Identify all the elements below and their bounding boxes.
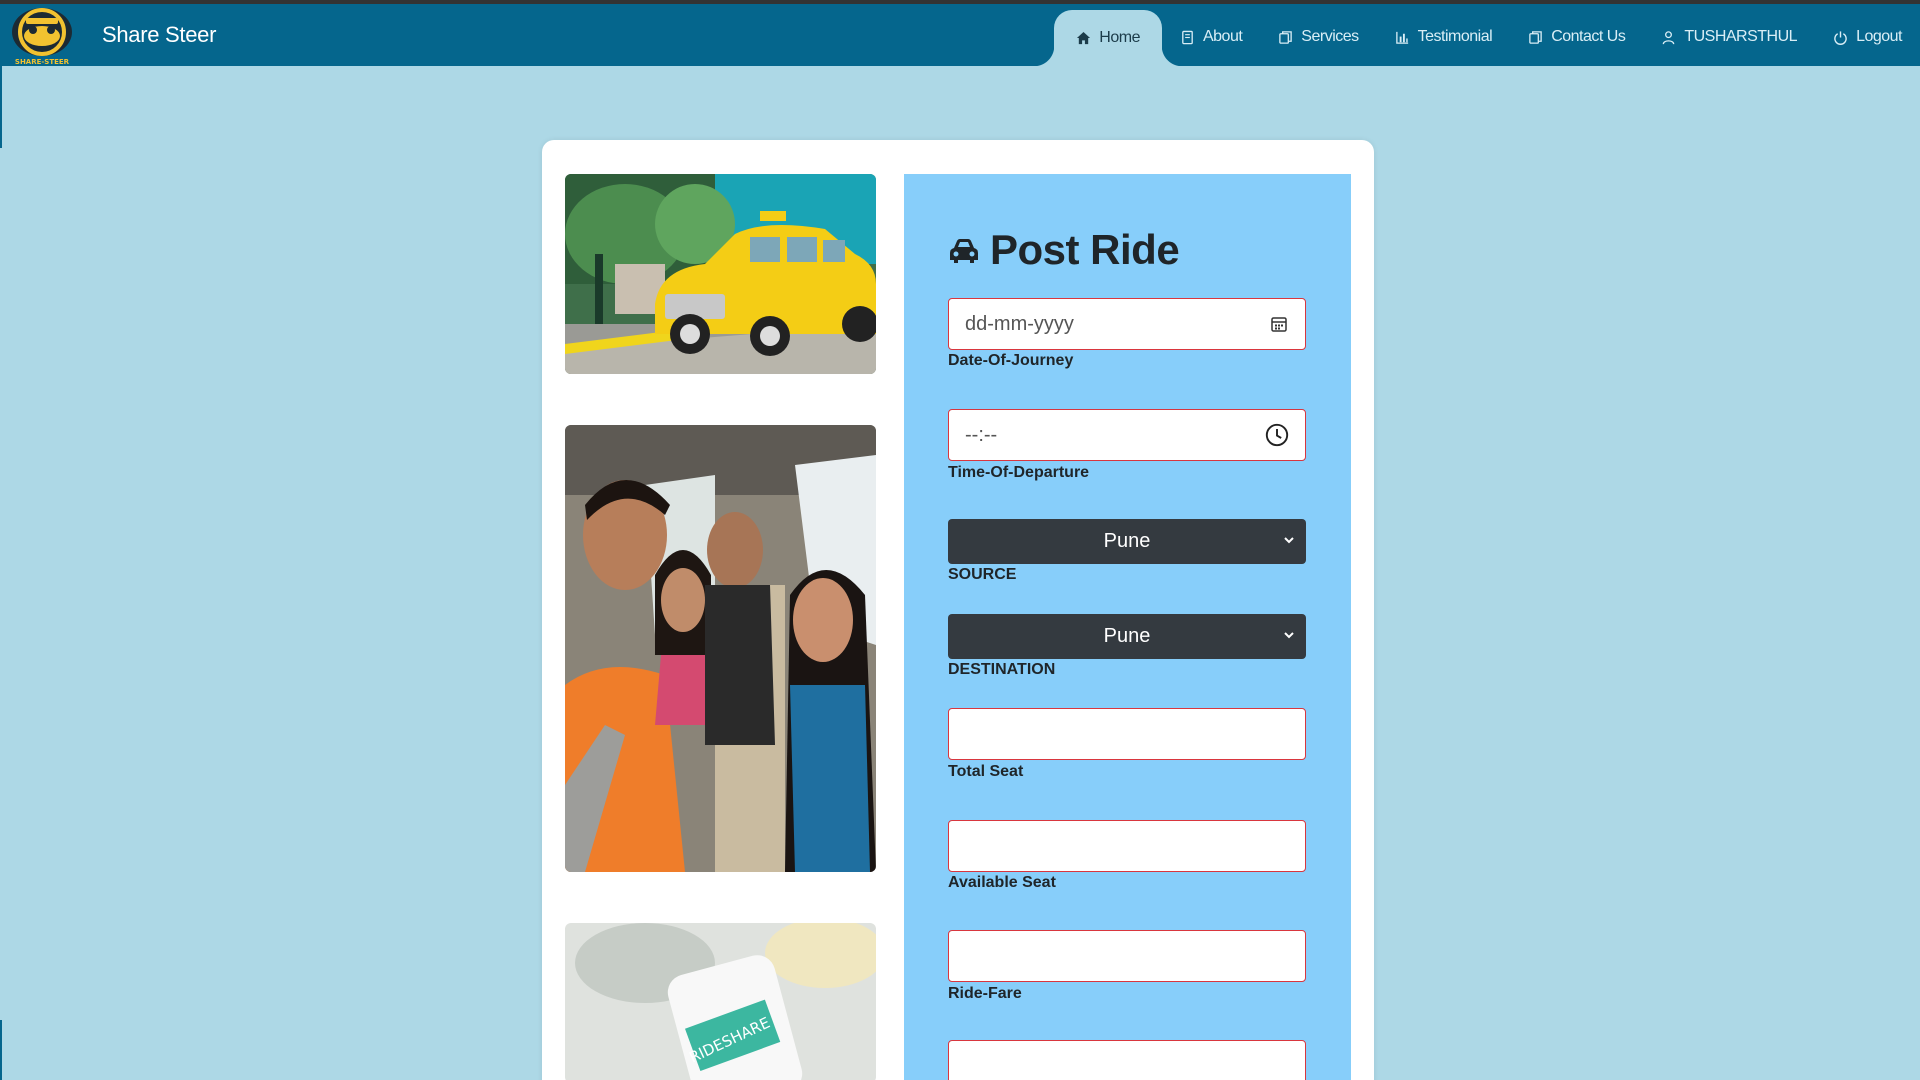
- next-field-input[interactable]: [948, 1040, 1306, 1080]
- total-seat-label: Total Seat: [948, 763, 1024, 780]
- car-icon: [950, 239, 978, 263]
- nav-services[interactable]: Services: [1260, 10, 1376, 64]
- logo[interactable]: SHARE-STEER: [2, 6, 82, 66]
- date-of-journey-label: Date-Of-Journey: [948, 352, 1074, 369]
- form-title-text: Post Ride: [990, 226, 1180, 273]
- nav-testimonial[interactable]: Testimonial: [1377, 10, 1511, 64]
- nav-user[interactable]: TUSHARSTHUL: [1643, 10, 1815, 64]
- user-icon: [1663, 30, 1675, 44]
- available-seat-label: Available Seat: [948, 874, 1056, 891]
- rideshare-phone-image: RIDESHARE: [565, 923, 876, 1080]
- bar-chart-icon: [1395, 31, 1408, 44]
- nav-home[interactable]: Home: [1034, 10, 1182, 66]
- calendar-icon[interactable]: [1269, 314, 1289, 334]
- nav-logout-label: Logout: [1856, 28, 1902, 45]
- copy-icon: [1529, 30, 1542, 44]
- available-seat-input[interactable]: [948, 820, 1306, 872]
- chevron-down-icon: [1284, 537, 1294, 544]
- destination-select[interactable]: Pune: [948, 614, 1306, 659]
- left-edge-marker: [0, 66, 2, 148]
- book-icon: [1182, 30, 1193, 44]
- time-of-departure-label: Time-Of-Departure: [948, 464, 1090, 481]
- home-icon: [1077, 31, 1091, 44]
- power-icon: [1834, 30, 1847, 45]
- source-select[interactable]: Pune: [948, 519, 1306, 564]
- time-placeholder: --:--: [965, 423, 998, 446]
- destination-value: Pune: [1103, 625, 1151, 647]
- nav-logout[interactable]: Logout: [1815, 10, 1920, 64]
- date-of-journey-input[interactable]: dd-mm-yyyy: [948, 298, 1306, 350]
- taxi-image: [565, 174, 876, 374]
- logo-text: SHARE-STEER: [15, 58, 70, 66]
- clock-icon[interactable]: [1265, 423, 1289, 447]
- nav-services-label: Services: [1301, 28, 1359, 45]
- source-label: SOURCE: [948, 566, 1017, 583]
- navbar: SHARE-STEER Share Steer Home About Servi…: [0, 4, 1920, 66]
- copy-icon: [1279, 30, 1293, 44]
- nav-about-label: About: [1202, 28, 1243, 45]
- date-placeholder: dd-mm-yyyy: [965, 312, 1074, 335]
- left-edge-marker: [0, 1020, 2, 1080]
- nav-contact[interactable]: Contact Us: [1510, 10, 1643, 64]
- ride-fare-input[interactable]: [948, 930, 1306, 982]
- friends-in-car-image: [565, 425, 876, 872]
- destination-label: DESTINATION: [948, 661, 1056, 678]
- chevron-down-icon: [1284, 632, 1294, 639]
- time-of-departure-input[interactable]: --:--: [948, 409, 1306, 461]
- nav-menu: Home About Services Testimonial Contact …: [1034, 4, 1920, 66]
- source-value: Pune: [1103, 530, 1151, 552]
- nav-contact-label: Contact Us: [1551, 28, 1626, 45]
- brand-name[interactable]: Share Steer: [102, 22, 216, 48]
- nav-testimonial-label: Testimonial: [1417, 28, 1493, 45]
- form-title: Post Ride: [948, 226, 1180, 274]
- nav-home-label: Home: [1099, 29, 1140, 46]
- nav-user-label: TUSHARSTHUL: [1684, 28, 1798, 45]
- ride-fare-label: Ride-Fare: [948, 985, 1022, 1002]
- total-seat-input[interactable]: [948, 708, 1306, 760]
